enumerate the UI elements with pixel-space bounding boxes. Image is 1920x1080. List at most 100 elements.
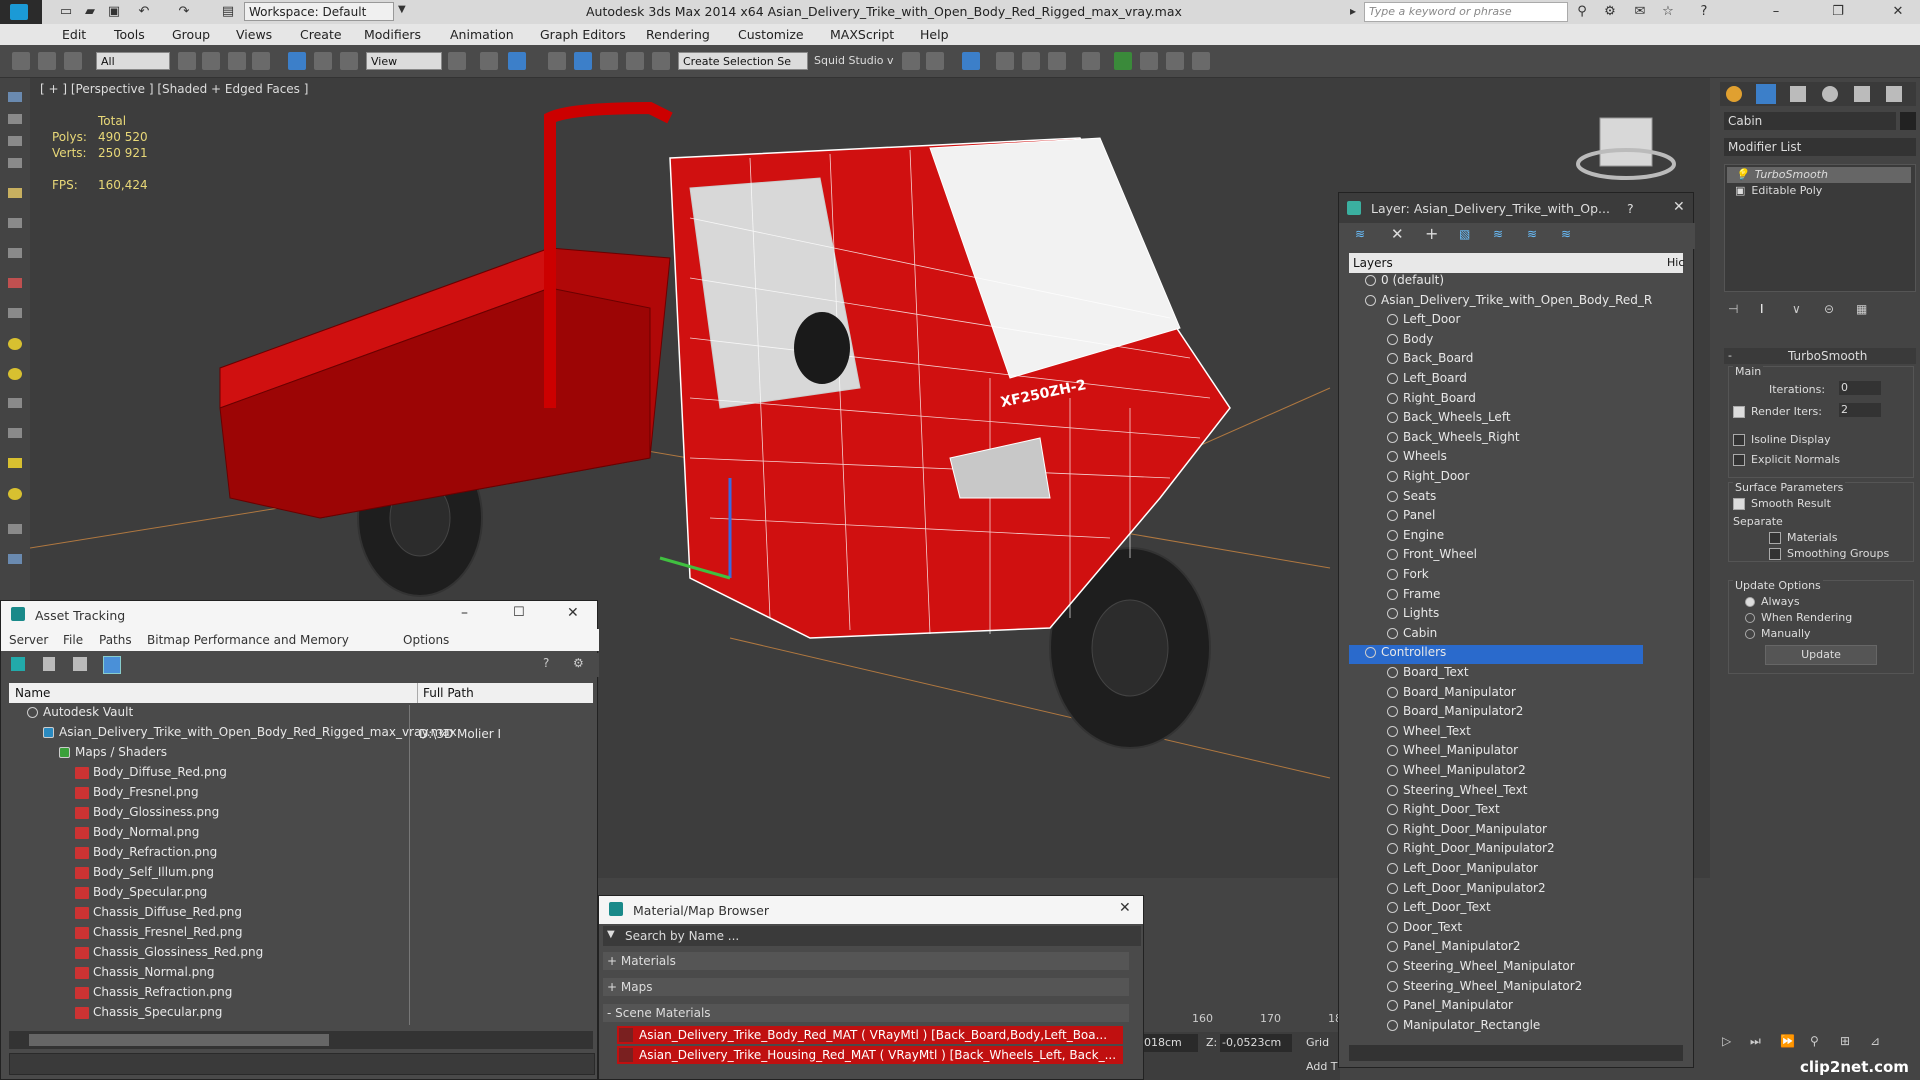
render-production-icon[interactable]	[1166, 52, 1184, 70]
asset-row[interactable]: Body_Refraction.png	[9, 845, 593, 865]
layer-object-row[interactable]: Steering_Wheel_Text	[1349, 783, 1683, 802]
when-rendering-row[interactable]: When Rendering	[1745, 611, 1852, 624]
manually-row[interactable]: Manually	[1745, 627, 1811, 640]
tool-icon-8[interactable]	[8, 278, 22, 288]
asset-menu-bitmap[interactable]: Bitmap Performance and Memory	[147, 633, 349, 647]
object-color-swatch[interactable]	[1900, 112, 1916, 130]
scale-icon[interactable]	[340, 52, 358, 70]
smooth-result-row[interactable]: Smooth Result	[1733, 497, 1831, 510]
materials-section[interactable]: + Materials	[603, 952, 1129, 970]
snaps-toggle-icon[interactable]	[548, 52, 566, 70]
mirror-icon[interactable]	[902, 52, 920, 70]
binoculars-icon[interactable]: ⚲	[1574, 4, 1590, 20]
highlight-layer-icon[interactable]: ≋	[1493, 227, 1503, 241]
next-frame-icon[interactable]: ⏭	[1750, 1034, 1761, 1049]
layer-object-row[interactable]: Board_Manipulator2	[1349, 704, 1683, 723]
asset-row[interactable]: Chassis_Fresnel_Red.png	[9, 925, 593, 945]
update-button[interactable]: Update	[1765, 645, 1877, 665]
rectangle-selection-icon[interactable]	[228, 52, 246, 70]
asset-row[interactable]: Chassis_Normal.png	[9, 965, 593, 985]
unlink-icon[interactable]	[38, 52, 56, 70]
table-view-icon[interactable]	[103, 656, 121, 674]
layer-object-row[interactable]: Left_Door_Manipulator2	[1349, 881, 1683, 900]
restore-icon[interactable]: ❐	[1830, 4, 1846, 20]
asset-row[interactable]: Body_Normal.png	[9, 825, 593, 845]
layer-manager-icon[interactable]	[996, 52, 1014, 70]
always-radio[interactable]	[1745, 597, 1755, 607]
curve-editor-icon[interactable]	[1022, 52, 1040, 70]
new-layer-icon[interactable]: ≋	[1355, 227, 1365, 241]
close-icon[interactable]: ✕	[1890, 4, 1906, 20]
sun-icon[interactable]	[8, 338, 22, 350]
material-editor-icon[interactable]	[1082, 52, 1100, 70]
layer-object-row[interactable]: Steering_Wheel_Manipulator	[1349, 959, 1683, 978]
asset-maximize-icon[interactable]: ☐	[513, 605, 525, 620]
asset-help-icon[interactable]: ?	[543, 656, 549, 670]
stack-item-turbosmooth[interactable]: 💡 TurboSmooth	[1727, 167, 1911, 183]
layer-object-row[interactable]: Left_Door_Manipulator	[1349, 861, 1683, 880]
tool-icon-2[interactable]	[8, 114, 22, 124]
asset-scroll-thumb[interactable]	[29, 1034, 329, 1046]
render-iters-checkbox[interactable]	[1733, 406, 1745, 418]
pin-stack-icon[interactable]: ⊣	[1728, 302, 1738, 316]
asset-row[interactable]: Chassis_Diffuse_Red.png	[9, 905, 593, 925]
subscription-icon[interactable]: ⚙	[1602, 4, 1618, 20]
column-divider[interactable]	[417, 683, 418, 703]
show-end-result-icon[interactable]: Ⅰ	[1760, 302, 1764, 316]
asset-minimize-icon[interactable]: –	[461, 605, 468, 621]
window-crossing-icon[interactable]	[252, 52, 270, 70]
layer-object-row[interactable]: Panel_Manipulator2	[1349, 939, 1683, 958]
menu-tools[interactable]: Tools	[114, 27, 145, 42]
light-icon[interactable]	[8, 368, 22, 380]
layer-row[interactable]: Controllers	[1349, 645, 1643, 665]
layer-object-row[interactable]: Back_Wheels_Right	[1349, 430, 1683, 449]
render-iters-row[interactable]: Render Iters:	[1733, 405, 1822, 418]
layer-row[interactable]: Asian_Delivery_Trike_with_Open_Body_Red_…	[1349, 293, 1683, 312]
scene-explorer-icon[interactable]	[962, 52, 980, 70]
asset-row[interactable]: Chassis_Specular.png	[9, 1005, 593, 1025]
asset-row[interactable]: Body_Glossiness.png	[9, 805, 593, 825]
layer-object-row[interactable]: Wheel_Manipulator2	[1349, 763, 1683, 782]
layer-row[interactable]: 0 (default)	[1349, 273, 1683, 292]
isoline-row[interactable]: Isoline Display	[1733, 433, 1831, 446]
asset-row[interactable]: Chassis_Glossiness_Red.png	[9, 945, 593, 965]
manually-radio[interactable]	[1745, 629, 1755, 639]
search-dropdown-icon[interactable]: ▼	[607, 929, 615, 940]
save-icon[interactable]: ▣	[106, 4, 122, 20]
delete-layer-icon[interactable]: ✕	[1391, 225, 1404, 243]
select-by-name-icon[interactable]	[202, 52, 220, 70]
layer-object-row[interactable]: Back_Board	[1349, 351, 1683, 370]
last-frame-icon[interactable]: ⏩	[1780, 1034, 1795, 1048]
layer-object-row[interactable]: Right_Board	[1349, 391, 1683, 410]
asset-close-icon[interactable]: ✕	[567, 605, 579, 621]
asset-row[interactable]: Body_Self_Illum.png	[9, 865, 593, 885]
reference-coordinate-dropdown[interactable]: View	[366, 52, 442, 70]
modifier-list-dropdown[interactable]: Modifier List	[1724, 138, 1916, 156]
full-path-column[interactable]: Full Path	[423, 686, 474, 700]
pivot-center-icon[interactable]	[448, 52, 466, 70]
menu-graph-editors[interactable]: Graph Editors	[540, 27, 626, 42]
edit-named-selection-icon[interactable]	[652, 52, 670, 70]
asset-panel-titlebar[interactable]: Asset Tracking – ☐ ✕	[1, 601, 597, 629]
z-coordinate-field[interactable]: -0,0523cm	[1220, 1034, 1292, 1052]
favorites-icon[interactable]: ☆	[1660, 4, 1676, 20]
asset-menu-options[interactable]: Options	[403, 633, 449, 647]
layer-object-row[interactable]: Panel_Manipulator	[1349, 998, 1683, 1017]
menu-maxscript[interactable]: MAXScript	[830, 27, 894, 42]
layer-object-row[interactable]: Panel	[1349, 508, 1683, 527]
tool-icon-14[interactable]	[8, 458, 22, 468]
object-name-field[interactable]: Cabin	[1724, 112, 1896, 130]
angle-snap-icon[interactable]	[574, 52, 592, 70]
asset-row[interactable]: Body_Fresnel.png	[9, 785, 593, 805]
layer-object-row[interactable]: Left_Door_Text	[1349, 900, 1683, 919]
search-expand-icon[interactable]: ▸	[1350, 4, 1356, 18]
material-browser-titlebar[interactable]: Material/Map Browser ✕	[599, 896, 1143, 924]
menu-create[interactable]: Create	[300, 27, 342, 42]
modify-tab-icon[interactable]	[1756, 84, 1776, 104]
move-icon[interactable]	[288, 52, 306, 70]
layer-object-row[interactable]: Lights	[1349, 606, 1683, 625]
material-item-body[interactable]: Asian_Delivery_Trike_Body_Red_MAT ( VRay…	[617, 1026, 1123, 1044]
field-of-view-icon[interactable]: ⊿	[1870, 1034, 1880, 1048]
menu-group[interactable]: Group	[172, 27, 210, 42]
motion-tab-icon[interactable]	[1822, 86, 1838, 102]
